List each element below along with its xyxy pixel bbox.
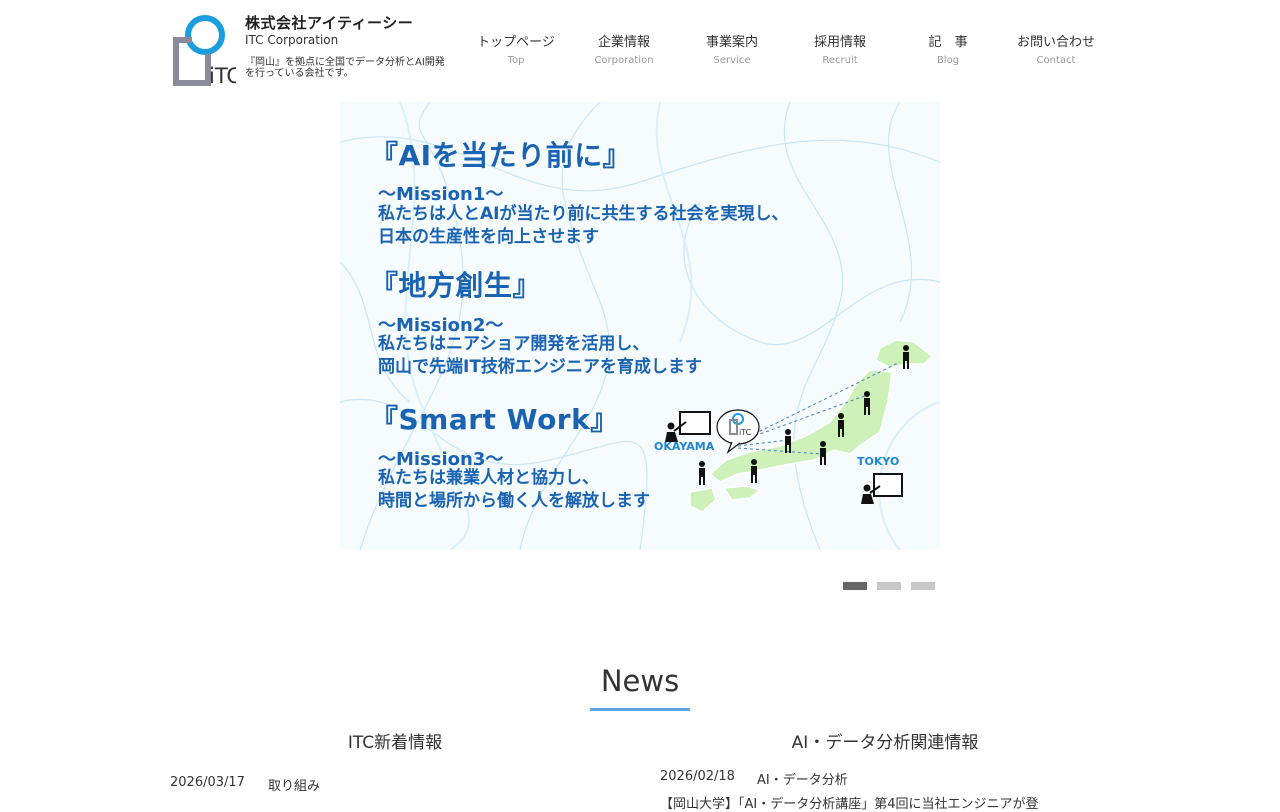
nav-sublabel: Top (507, 55, 525, 66)
slide-text: 『AIを当たり前に』 ～Mission1～ 私たちは人とAIが当たり前に共生する… (340, 102, 940, 550)
nav-sublabel: Blog (936, 55, 960, 66)
company-logo[interactable]: iTC (172, 14, 236, 86)
nav-label: 事業案内 (705, 35, 758, 50)
slide-mission-text: 私たちはニアショア開発を活用し、 (378, 334, 650, 354)
news-item-link[interactable]: 【岡山大学】「AI・データ分析講座」第4回に当社エンジニアが登 (660, 793, 1039, 812)
map-label-okayama: OKAYAMA (654, 440, 715, 453)
company-tagline: 『岡山』を拠点に全国でデータ分析とAI開発を行っている会社です。 (245, 57, 445, 79)
nav-label: 企業情報 (597, 35, 650, 50)
nav-item-recruit[interactable]: 採用情報 Recruit (786, 34, 894, 74)
nav-label: 記 事 (928, 35, 968, 50)
slide-mission-text: 岡山で先端IT技術エンジニアを育成します (378, 357, 702, 377)
news-section-title: News (600, 664, 680, 698)
map-label-tokyo: TOKYO (857, 455, 900, 468)
slide-mission-text: 日本の生産性を向上させます (378, 227, 599, 247)
nav-item-service[interactable]: 事業案内 Service (678, 34, 786, 74)
news-category[interactable]: 取り組み (268, 775, 320, 794)
logo-mark-icon: iTC (173, 15, 236, 86)
slider-dot-2[interactable] (877, 582, 901, 590)
nav-sublabel: Corporation (594, 55, 654, 66)
slide-mission-text: 時間と場所から働く人を解放します (378, 491, 650, 511)
news-date: 2026/03/17 (170, 775, 245, 790)
slide-heading: 『AIを当たり前に』 (370, 139, 632, 172)
hero-slider[interactable]: iTC 『AIを当たり前に』 ～Mission1～ 私たちは人とAIが当たり前に… (340, 102, 940, 550)
nav-item-corporation[interactable]: 企業情報 Corporation (570, 34, 678, 74)
news-category[interactable]: AI・データ分析 (757, 769, 848, 788)
slider-dot-1[interactable] (843, 582, 867, 590)
slide-heading: 『Smart Work』 (370, 403, 619, 436)
slider-dot-3[interactable] (911, 582, 935, 590)
company-name: 株式会社アイティーシー (245, 14, 414, 32)
news-title-underline (590, 708, 690, 711)
news-date: 2026/02/18 (660, 769, 735, 784)
nav-label: 採用情報 (813, 35, 866, 50)
svg-text:iTC: iTC (209, 64, 236, 86)
slide-mission-text: 私たちは兼業人材と協力し、 (378, 468, 599, 488)
news-left-title: ITC新着情報 (347, 733, 443, 753)
nav-item-blog[interactable]: 記 事 Blog (894, 34, 1002, 74)
nav-sublabel: Recruit (822, 55, 858, 66)
nav-label: トップページ (477, 35, 555, 50)
news-right-title: AI・データ分析関連情報 (791, 733, 979, 753)
nav-item-contact[interactable]: お問い合わせ Contact (1002, 34, 1110, 74)
nav-item-top[interactable]: トップページ Top (462, 34, 570, 74)
nav-label: お問い合わせ (1016, 35, 1095, 50)
nav-sublabel: Service (713, 55, 751, 66)
global-nav: トップページ Top 企業情報 Corporation 事業案内 Service… (462, 34, 1110, 74)
slide-heading: 『地方創生』 (370, 269, 542, 302)
slider-pagination (843, 582, 935, 590)
nav-sublabel: Contact (1036, 55, 1076, 66)
company-name-en: ITC Corporation (245, 33, 339, 47)
slide-mission-text: 私たちは人とAIが当たり前に共生する社会を実現し、 (378, 204, 789, 224)
